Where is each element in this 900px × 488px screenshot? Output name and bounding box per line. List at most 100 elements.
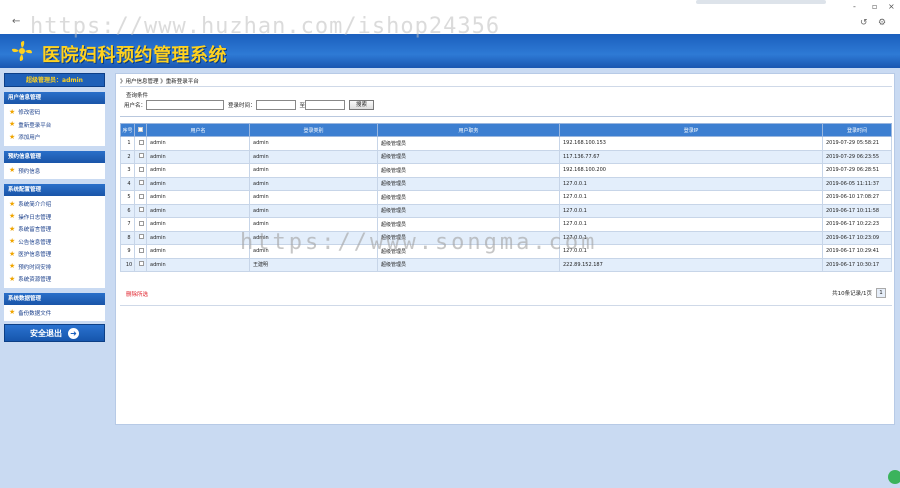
- sidebar-item-label: 医护信息管理: [18, 252, 52, 259]
- minimize-icon[interactable]: -: [853, 2, 856, 11]
- sidebar-item-label: 系统简介介绍: [18, 202, 52, 209]
- row-checkbox[interactable]: [134, 149, 147, 164]
- login-records-table: 序号 用户名 登录类别 用户职务 登录IP 登录时间 1 admin admin 超级…: [120, 123, 892, 272]
- table-row[interactable]: 9 admin admin 超级管理员 127.0.0.1 2019-06-17 10:2…: [120, 244, 892, 259]
- cell-username: admin: [146, 230, 250, 245]
- sidebar-item-change-password[interactable]: ★ 修改密码: [9, 106, 105, 119]
- sidebar-item-label: 公告信息管理: [18, 239, 52, 246]
- sidebar-item-backup[interactable]: ★ 备份数据文件: [9, 307, 105, 320]
- table-row[interactable]: 6 admin admin 超级管理员 127.0.0.1 2019-06-17 10:1…: [120, 203, 892, 218]
- pagination-summary: 共10条记录/1页: [832, 291, 872, 297]
- cell-role: 超级管理员: [377, 257, 560, 272]
- cell-username: admin: [146, 244, 250, 259]
- cell-username: admin: [146, 203, 250, 218]
- section-user-management[interactable]: 用户信息管理: [4, 92, 105, 104]
- end-date-input[interactable]: [305, 100, 346, 110]
- sidebar: 超级管理员：admin 用户信息管理 ★ 修改密码 ★ 重新登录平台 ★ 添加用户 预…: [4, 73, 105, 342]
- cell-index: 2: [120, 149, 135, 164]
- cell-username: admin: [146, 136, 250, 151]
- sidebar-item-system-intro[interactable]: ★ 系统简介介绍: [9, 198, 105, 211]
- refresh-icon[interactable]: ↺: [860, 18, 868, 28]
- username-input[interactable]: [146, 100, 225, 110]
- sidebar-item-medical-staff[interactable]: ★ 医护信息管理: [9, 248, 105, 261]
- chat-bubble-icon[interactable]: [888, 470, 900, 484]
- row-checkbox[interactable]: [134, 203, 147, 218]
- cell-login-time: 2019-06-17 10:29:41: [822, 244, 892, 259]
- table-body: 1 admin admin 超级管理员 192.168.100.153 2019-07-2…: [120, 136, 892, 272]
- cell-login-type: 王建明: [249, 257, 378, 272]
- logout-label: 安全退出: [30, 328, 62, 338]
- row-checkbox[interactable]: [134, 190, 147, 205]
- row-checkbox[interactable]: [134, 244, 147, 259]
- cell-login-time: 2019-06-10 17:08:27: [822, 190, 892, 205]
- delete-selected-button[interactable]: 删除所选: [126, 290, 148, 298]
- query-title: 查询条件: [126, 93, 149, 99]
- star-icon: ★: [9, 249, 16, 258]
- cell-ip: 127.0.0.1: [559, 244, 823, 259]
- sidebar-item-operation-log[interactable]: ★ 操作日志管理: [9, 211, 105, 224]
- divider: [120, 116, 892, 117]
- row-checkbox[interactable]: [134, 163, 147, 178]
- sidebar-item-announcements[interactable]: ★ 公告信息管理: [9, 236, 105, 249]
- login-time-label: 登录时间：: [228, 103, 256, 109]
- cell-login-type: admin: [249, 217, 378, 232]
- cell-login-time: 2019-06-05 11:11:37: [822, 176, 892, 191]
- cell-login-type: admin: [249, 136, 378, 151]
- cell-index: 8: [120, 230, 135, 245]
- sidebar-item-messages[interactable]: ★ 系统留言管理: [9, 223, 105, 236]
- table-row[interactable]: 10 admin 王建明 超级管理员 222.89.152.187 2019-06-17 …: [120, 257, 892, 272]
- cell-login-type: admin: [249, 203, 378, 218]
- sidebar-item-add-user[interactable]: ★ 添加用户: [9, 131, 105, 144]
- row-checkbox[interactable]: [134, 136, 147, 151]
- table-header-row: 序号 用户名 登录类别 用户职务 登录IP 登录时间: [120, 123, 892, 137]
- table-footer: 删除所选 共10条记录/1页 1: [120, 284, 892, 306]
- cell-index: 3: [120, 163, 135, 178]
- sidebar-item-label: 重新登录平台: [18, 122, 52, 129]
- search-button[interactable]: 搜索: [349, 100, 375, 110]
- sidebar-item-schedule[interactable]: ★ 预约时间安排: [9, 261, 105, 274]
- sidebar-item-resources[interactable]: ★ 系统资源管理: [9, 273, 105, 286]
- start-date-input[interactable]: [255, 100, 296, 110]
- star-icon: ★: [9, 199, 16, 208]
- sidebar-item-label: 系统留言管理: [18, 227, 52, 234]
- star-icon: ★: [9, 132, 16, 141]
- table-row[interactable]: 4 admin admin 超级管理员 127.0.0.1 2019-06-05 11:1…: [120, 176, 892, 191]
- address-bar[interactable]: [696, 0, 826, 4]
- close-icon[interactable]: ×: [888, 2, 895, 11]
- cell-username: admin: [146, 257, 250, 272]
- sidebar-item-relogin[interactable]: ★ 重新登录平台: [9, 119, 105, 132]
- sidebar-item-label: 预约信息: [18, 168, 41, 175]
- table-row[interactable]: 8 admin admin 超级管理员 127.0.0.1 2019-06-17 10:2…: [120, 230, 892, 245]
- sidebar-item-appointments[interactable]: ★ 预约信息: [9, 165, 105, 178]
- star-icon: ★: [9, 224, 16, 233]
- table-row[interactable]: 7 admin admin 超级管理员 127.0.0.1 2019-06-17 10:2…: [120, 217, 892, 232]
- page-button[interactable]: 1: [876, 288, 886, 298]
- col-select[interactable]: [134, 123, 147, 137]
- table-row[interactable]: 2 admin admin 超级管理员 117.136.77.67 2019-07-29 …: [120, 149, 892, 164]
- table-row[interactable]: 5 admin admin 超级管理员 127.0.0.1 2019-06-10 17:0…: [120, 190, 892, 205]
- section-system-config[interactable]: 系统配置管理: [4, 184, 105, 196]
- table-row[interactable]: 3 admin admin 超级管理员 192.168.100.200 2019-07-2…: [120, 163, 892, 178]
- section-data-management[interactable]: 系统数据管理: [4, 292, 105, 305]
- col-login-time: 登录时间: [822, 123, 892, 137]
- star-icon: ★: [9, 274, 16, 283]
- settings-icon[interactable]: ⚙: [878, 18, 886, 28]
- row-checkbox[interactable]: [134, 176, 147, 191]
- table-row[interactable]: 1 admin admin 超级管理员 192.168.100.153 2019-07-2…: [120, 136, 892, 151]
- divider: [120, 86, 892, 87]
- section-appointment-management[interactable]: 预约信息管理: [4, 150, 105, 163]
- breadcrumb: 》用户信息管理 》重新登录平台: [120, 79, 199, 85]
- row-checkbox[interactable]: [134, 230, 147, 245]
- logout-button[interactable]: 安全退出 ➜: [4, 324, 105, 342]
- row-checkbox[interactable]: [134, 257, 147, 272]
- cell-index: 6: [120, 203, 135, 218]
- section-data-items: ★ 备份数据文件: [4, 304, 105, 321]
- cell-login-time: 2019-06-17 10:30:17: [822, 257, 892, 272]
- cell-login-type: admin: [249, 176, 378, 191]
- restore-icon[interactable]: ▫: [872, 2, 877, 11]
- system-title: 医院妇科预约管理系统: [42, 45, 227, 66]
- query-form: 用户名： 登录时间： 至 搜索: [124, 100, 375, 110]
- row-checkbox[interactable]: [134, 217, 147, 232]
- back-icon[interactable]: ←: [12, 16, 20, 27]
- cell-ip: 117.136.77.67: [559, 149, 823, 164]
